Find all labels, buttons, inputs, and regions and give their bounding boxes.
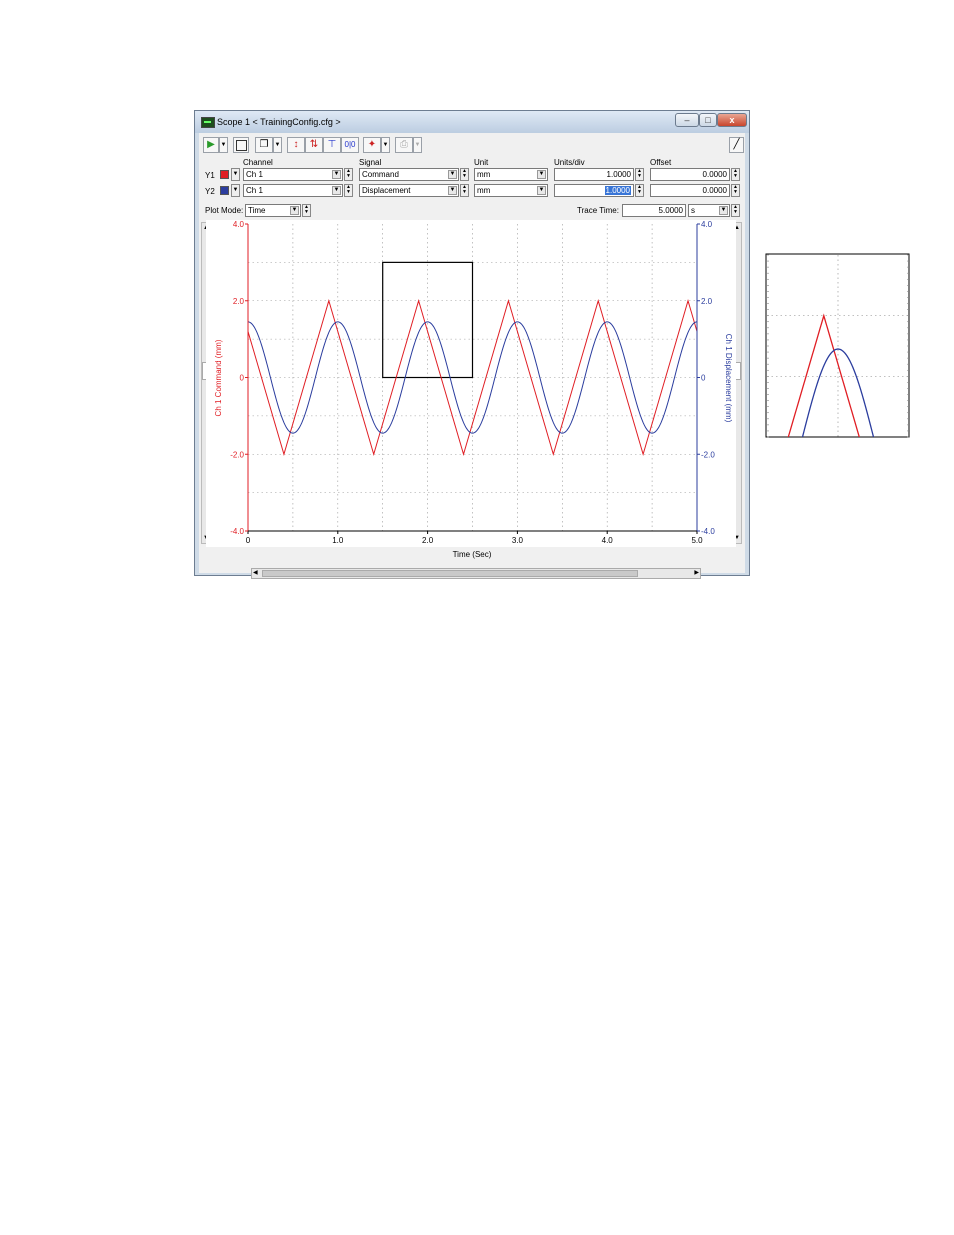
- right-scroll-thumb[interactable]: [733, 362, 741, 380]
- stop-icon[interactable]: [233, 137, 249, 153]
- y2-units-div-stepper[interactable]: ▲ ▼: [635, 184, 644, 197]
- plot-mode-select[interactable]: Time ▼: [245, 204, 301, 217]
- time-scroll-thumb[interactable]: [262, 570, 638, 577]
- y1-channel-value: Ch 1: [246, 170, 263, 179]
- scroll-up-icon[interactable]: ▲: [733, 223, 741, 233]
- y1-signal-value: Command: [362, 170, 399, 179]
- left-axis-scrollbar[interactable]: ▲ ▼: [201, 222, 211, 544]
- center-scale-icon[interactable]: ⇅: [305, 137, 323, 153]
- window-title: Scope 1 < TrainingConfig.cfg >: [217, 117, 341, 127]
- right-axis-scrollbar[interactable]: ▲ ▼: [732, 222, 742, 544]
- left-scroll-thumb[interactable]: [202, 362, 210, 380]
- markers-dropdown-icon[interactable]: ▼: [381, 137, 390, 153]
- copy-dropdown-icon[interactable]: ▼: [273, 137, 282, 153]
- inset-frame: [765, 253, 910, 438]
- y2-channel-value: Ch 1: [246, 186, 263, 195]
- scope-client-area: ▶ ▼ ❐ ▼ ↕ ⇅ ⊤ 0|0 ✦ ▼ ⎙ ▼ ╱ Channel Sign…: [199, 133, 745, 579]
- title-bar[interactable]: Scope 1 < TrainingConfig.cfg > – □ x: [195, 111, 749, 133]
- chevron-down-icon: ▼: [448, 170, 457, 179]
- y1-color-swatch[interactable]: [220, 170, 229, 179]
- y1-color-dropdown-icon[interactable]: ▼: [231, 168, 240, 181]
- chevron-down-icon: ▼: [332, 170, 341, 179]
- y1-label: Y1: [205, 171, 215, 180]
- y2-units-div-selected-text: 1.0000: [604, 186, 631, 195]
- y1-offset-input[interactable]: 0.0000: [650, 168, 730, 181]
- trigger-icon[interactable]: ⊤: [323, 137, 341, 153]
- y2-channel-stepper[interactable]: ▲ ▼: [344, 184, 353, 197]
- y1-signal-stepper[interactable]: ▲ ▼: [460, 168, 469, 181]
- scope-app-icon: [201, 117, 215, 128]
- minimize-button[interactable]: –: [675, 113, 699, 127]
- y2-color-dropdown-icon[interactable]: ▼: [231, 184, 240, 197]
- scroll-down-icon[interactable]: ▼: [202, 533, 210, 543]
- y2-units-div-input[interactable]: 1.0000: [554, 184, 634, 197]
- trace-time-unit-value: s: [691, 206, 695, 215]
- y2-label: Y2: [205, 187, 215, 196]
- unit-header: Unit: [474, 158, 489, 167]
- offset-header: Offset: [650, 158, 672, 167]
- chevron-down-icon: ▼: [448, 186, 457, 195]
- scroll-up-icon[interactable]: ▲: [202, 223, 210, 233]
- chevron-down-icon: ▼: [719, 206, 728, 215]
- y2-signal-value: Displacement: [362, 186, 411, 195]
- scope-window: Scope 1 < TrainingConfig.cfg > – □ x ▶ ▼…: [194, 110, 750, 579]
- trace-time-unit-select[interactable]: s ▼: [688, 204, 730, 217]
- y1-unit-value: mm: [477, 170, 491, 179]
- chevron-down-icon: ▼: [332, 186, 341, 195]
- y2-channel-select[interactable]: Ch 1 ▼: [243, 184, 343, 197]
- trace-time-input[interactable]: 5.0000: [622, 204, 686, 217]
- copy-icon[interactable]: ❐: [255, 137, 273, 153]
- y2-offset-input[interactable]: 0.0000: [650, 184, 730, 197]
- play-dropdown-icon[interactable]: ▼: [219, 137, 228, 153]
- y2-signal-select[interactable]: Displacement ▼: [359, 184, 459, 197]
- y1-unit-select[interactable]: mm ▼: [474, 168, 548, 181]
- y2-color-swatch[interactable]: [220, 186, 229, 195]
- markers-icon[interactable]: ✦: [363, 137, 381, 153]
- close-button[interactable]: x: [717, 113, 747, 127]
- peak-valley-icon[interactable]: 0|0: [341, 137, 359, 153]
- y2-unit-select[interactable]: mm ▼: [474, 184, 548, 197]
- trace-time-stepper[interactable]: ▲ ▼: [731, 204, 740, 217]
- plot-mode-value: Time: [248, 206, 266, 215]
- chevron-down-icon: ▼: [537, 186, 546, 195]
- trace-time-label: Trace Time:: [577, 206, 619, 215]
- y1-units-div-input[interactable]: 1.0000: [554, 168, 634, 181]
- scroll-right-icon[interactable]: ▶: [694, 569, 699, 576]
- scroll-left-icon[interactable]: ◀: [253, 569, 258, 576]
- scroll-down-icon[interactable]: ▼: [733, 533, 741, 543]
- y1-offset-stepper[interactable]: ▲ ▼: [731, 168, 740, 181]
- y1-signal-select[interactable]: Command ▼: [359, 168, 459, 181]
- y1-units-div-stepper[interactable]: ▲ ▼: [635, 168, 644, 181]
- signal-header: Signal: [359, 158, 382, 167]
- channel-header: Channel: [243, 158, 273, 167]
- zoom-inset: [765, 253, 910, 438]
- plot-mode-label: Plot Mode:: [205, 206, 244, 215]
- print-dropdown-icon[interactable]: ▼: [413, 137, 422, 153]
- play-icon[interactable]: ▶: [203, 137, 219, 153]
- y2-signal-stepper[interactable]: ▲ ▼: [460, 184, 469, 197]
- units-div-header: Units/div: [554, 158, 585, 167]
- y2-offset-stepper[interactable]: ▲ ▼: [731, 184, 740, 197]
- print-icon[interactable]: ⎙: [395, 137, 413, 153]
- time-scrollbar[interactable]: ◀ ▶: [251, 568, 701, 579]
- y1-channel-stepper[interactable]: ▲ ▼: [344, 168, 353, 181]
- chart-settings-icon[interactable]: ╱: [729, 137, 744, 153]
- y1-channel-select[interactable]: Ch 1 ▼: [243, 168, 343, 181]
- maximize-button[interactable]: □: [699, 113, 717, 127]
- y2-unit-value: mm: [477, 186, 491, 195]
- chevron-down-icon: ▼: [290, 206, 299, 215]
- auto-scale-icon[interactable]: ↕: [287, 137, 305, 153]
- chevron-down-icon: ▼: [537, 170, 546, 179]
- plot-mode-stepper[interactable]: ▲ ▼: [302, 204, 311, 217]
